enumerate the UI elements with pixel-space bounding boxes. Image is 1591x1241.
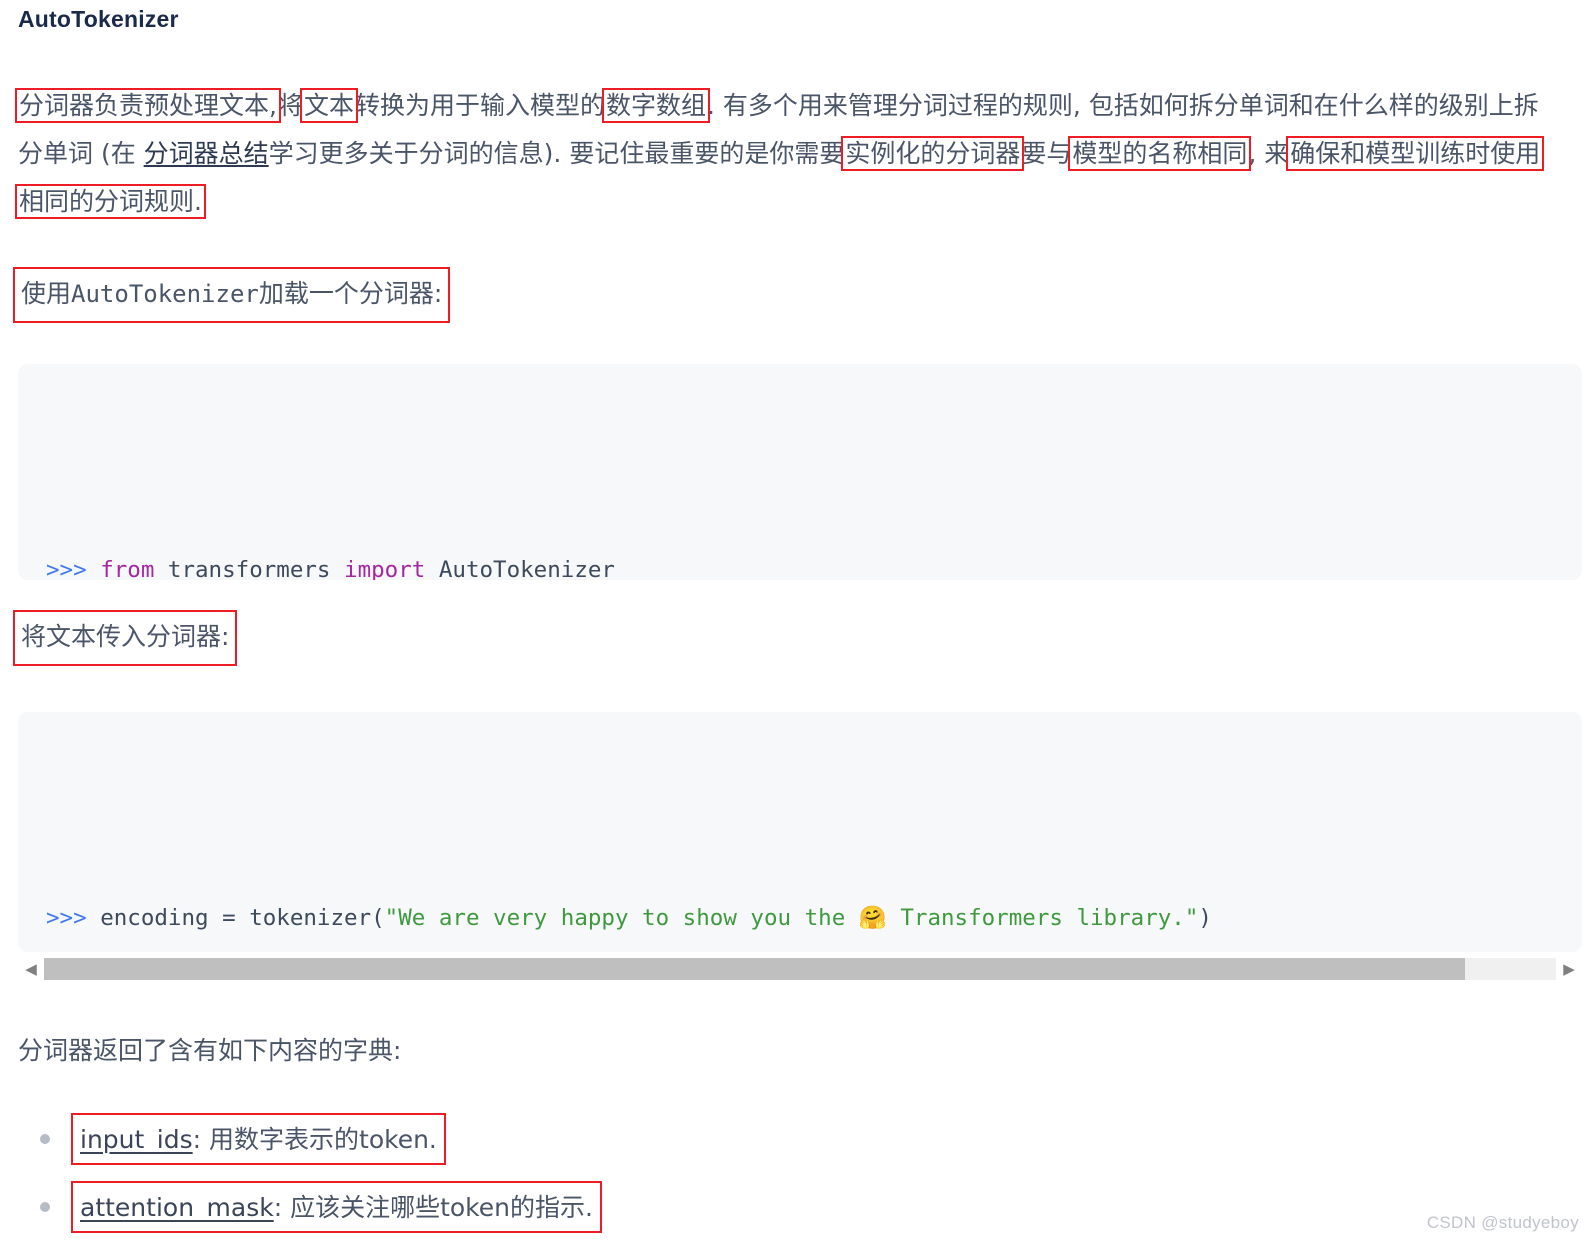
intro-seg11: , 来	[1248, 139, 1290, 168]
scroll-right-arrow-icon[interactable]: ▶	[1556, 955, 1582, 983]
highlight-text: 文本	[299, 88, 358, 123]
bullet-dot-icon	[40, 1134, 50, 1144]
intro-seg7: 学习更多关于分词的信息). 要记住最重要的是你需要	[268, 139, 845, 168]
code-token: 🤗	[858, 905, 887, 931]
bullet-boxed: input_ids: 用数字表示的token.	[71, 1113, 446, 1165]
document-page: AutoTokenizer 分词器负责预处理文本,将文本转换为用于输入模型的数字…	[0, 0, 1591, 1241]
code-token: "We are very happy to show you the	[384, 905, 859, 931]
returned-keys-list: input_ids: 用数字表示的token. attention_mask: …	[18, 1105, 1318, 1241]
code-token: >>>	[46, 557, 101, 580]
code-token: )	[1198, 905, 1212, 931]
tokenizer-summary-link[interactable]: 分词器总结	[144, 139, 269, 168]
list-item: input_ids: 用数字表示的token.	[18, 1105, 1318, 1173]
code-block-encoding[interactable]: >>> encoding = tokenizer("We are very ha…	[18, 712, 1582, 952]
page-title: AutoTokenizer	[18, 6, 179, 32]
note-pass-text: 将文本传入分词器:	[12, 610, 238, 666]
code-block-import-content: >>> from transformers import AutoTokeniz…	[18, 446, 1582, 580]
note-load-prefix: 使用	[21, 279, 72, 308]
code-token: import	[344, 557, 426, 580]
scrollbar-track[interactable]	[44, 958, 1556, 980]
bullet-desc: : 用数字表示的token.	[192, 1125, 437, 1154]
intro-seg9: 要与	[1021, 139, 1072, 168]
bullet-desc: : 应该关注哪些token的指示.	[273, 1193, 593, 1222]
note-load-tokenizer: 使用AutoTokenizer加载一个分词器:	[12, 267, 451, 323]
code-line: >>> from transformers import AutoTokeniz…	[46, 550, 1582, 580]
highlight-tokenizer-preprocess: 分词器负责预处理文本,	[15, 88, 281, 123]
note-pass-boxed: 将文本传入分词器:	[12, 610, 238, 666]
code-token: AutoTokenizer	[425, 557, 615, 580]
list-item: attention_mask: 应该关注哪些token的指示.	[18, 1173, 1318, 1241]
scroll-left-arrow-icon[interactable]: ◀	[18, 955, 44, 983]
code-block-import[interactable]: >>> from transformers import AutoTokeniz…	[18, 364, 1582, 580]
intro-seg2: 将	[277, 91, 303, 120]
note-dict-text: 分词器返回了含有如下内容的字典:	[18, 1036, 402, 1065]
bullet-key: input_ids	[80, 1125, 193, 1154]
highlight-number-array: 数字数组	[601, 88, 711, 123]
intro-seg4: 转换为用于输入模型的	[354, 91, 605, 120]
code-token: >>>	[46, 905, 101, 931]
intro-paragraph: 分词器负责预处理文本,将文本转换为用于输入模型的数字数组. 有多个用来管理分词过…	[14, 82, 1563, 226]
csdn-watermark: CSDN @studyeboy	[1426, 1213, 1579, 1232]
code-block-encoding-content: >>> encoding = tokenizer("We are very ha…	[18, 794, 1582, 952]
note-load-mono: AutoTokenizer	[71, 280, 259, 308]
highlight-model-name-same: 模型的名称相同	[1068, 136, 1252, 171]
code-token: from	[100, 557, 155, 580]
note-load-suffix: 加载一个分词器:	[258, 279, 443, 308]
bullet-boxed: attention_mask: 应该关注哪些token的指示.	[71, 1181, 602, 1233]
bullet-key: attention_mask	[80, 1193, 274, 1222]
note-dict-returned: 分词器返回了含有如下内容的字典:	[18, 1030, 401, 1072]
code-line: >>> encoding = tokenizer("We are very ha…	[46, 898, 1582, 939]
code-token: Transformers library."	[886, 905, 1199, 931]
code-horizontal-scrollbar[interactable]: ◀ ▶	[18, 955, 1582, 983]
code-token: transformers	[154, 557, 345, 580]
code-token: encoding = tokenizer(	[100, 905, 385, 931]
bullet-dot-icon	[40, 1202, 50, 1212]
highlight-instantiated-tokenizer: 实例化的分词器	[841, 136, 1025, 171]
note-load-boxed: 使用AutoTokenizer加载一个分词器:	[12, 267, 451, 323]
scrollbar-thumb[interactable]	[44, 958, 1466, 980]
